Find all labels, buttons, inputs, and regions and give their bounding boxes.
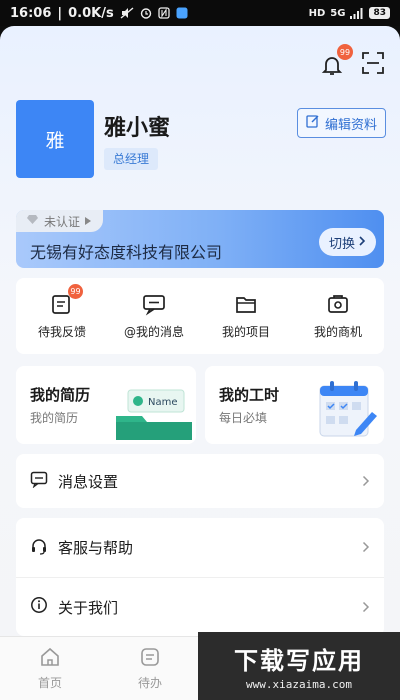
card-subtitle: 我的简历 [30,411,79,425]
avatar[interactable]: 雅 [16,100,94,178]
tab-home[interactable]: 首页 [0,637,100,700]
worktime-card[interactable]: 我的工时 每日必填 [205,366,384,444]
message-icon [142,295,166,319]
chevron-right-icon [362,538,370,557]
diamond-icon [26,214,39,228]
todo-icon [139,646,161,671]
chevron-right-icon [362,598,370,617]
switch-company-button[interactable]: 切换 [318,228,376,256]
headset-icon [30,537,48,559]
about-us-row[interactable]: 关于我们 [16,577,384,636]
scan-icon[interactable] [362,52,384,78]
quick-item-projects[interactable]: 我的项目 [200,292,292,340]
network-speed: 0.0K/s [68,5,114,21]
home-icon [39,646,61,671]
quick-item-messages[interactable]: @我的消息 [108,292,200,340]
chevron-right-icon [362,472,370,491]
quick-item-opportunities[interactable]: 我的商机 [292,292,384,340]
role-badge: 总经理 [104,148,159,170]
mute-icon [120,7,134,19]
alarm-icon [140,7,152,19]
customer-service-row[interactable]: 客服与帮助 [16,518,384,577]
opportunity-icon [326,295,350,319]
notification-button[interactable]: 99 [320,44,353,77]
card-title: 我的简历 [30,386,91,404]
watermark: 下载写应用 www.xiazaima.com [198,632,400,700]
tab-todo[interactable]: 待办 [100,637,200,700]
hd-indicator: HD [308,7,326,19]
signal-bars-icon [350,7,364,19]
resume-card[interactable]: 我的简历 我的简历 Name [16,366,196,444]
message-settings-icon [30,470,48,492]
company-name: 无锡有好态度科技有限公司 [30,243,223,262]
certification-tag: 未认证 [16,210,104,232]
info-icon [30,596,48,618]
card-title: 我的工时 [219,386,280,404]
status-time: 16:06 [10,5,52,21]
help-about-group: 客服与帮助 关于我们 [16,518,384,636]
settings-label: 消息设置 [58,472,119,491]
chevron-right-icon [359,235,366,250]
user-name: 雅小蜜 [104,116,171,141]
switch-label: 切换 [328,236,355,252]
quick-item-label: 我的项目 [221,325,270,339]
calendar-illustration [316,378,380,444]
settings-label: 客服与帮助 [58,539,134,557]
tab-label: 首页 [37,676,62,690]
edit-profile-label: 编辑资料 [324,117,377,133]
status-bar: 16:06 | 0.0K/s HD 5G 83 [0,0,400,26]
edit-icon [306,114,320,132]
bell-icon [320,57,344,81]
quick-actions: 99 待我反馈 @我的消息 我的项目 我的商机 [16,278,384,354]
project-icon [234,297,258,319]
edit-profile-button[interactable]: 编辑资料 [296,108,386,138]
quick-item-feedback[interactable]: 99 待我反馈 [16,284,108,340]
battery-level: 83 [369,7,390,19]
resume-illustration: Name [114,382,192,444]
certification-status: 未认证 [44,214,81,229]
quick-item-label: @我的消息 [123,325,184,339]
caret-right-icon [85,214,92,228]
resume-art-text: Name [148,397,178,408]
message-settings-row[interactable]: 消息设置 [16,454,384,508]
profile-screen: 99 雅 雅小蜜 总经理 编辑资料 未认证 无锡有好态度科技有限公司 切换 99… [0,26,400,700]
quick-item-label: 待我反馈 [37,325,86,339]
settings-label: 关于我们 [58,598,119,617]
app-icon [176,7,188,19]
notification-badge: 99 [337,44,353,60]
feedback-badge: 99 [68,284,83,299]
feedback-icon [50,295,74,319]
company-card[interactable]: 未认证 无锡有好态度科技有限公司 切换 [16,210,384,268]
profile-header: 雅 雅小蜜 总经理 编辑资料 [16,100,386,180]
card-subtitle: 每日必填 [219,411,268,425]
header-actions: 99 [320,44,384,78]
tab-label: 待办 [137,676,162,690]
quick-item-label: 我的商机 [313,325,362,339]
watermark-url: www.xiazaima.com [246,678,352,691]
nfc-icon [158,7,170,19]
watermark-title: 下载写应用 [234,647,364,675]
signal-indicator: 5G [330,7,346,19]
